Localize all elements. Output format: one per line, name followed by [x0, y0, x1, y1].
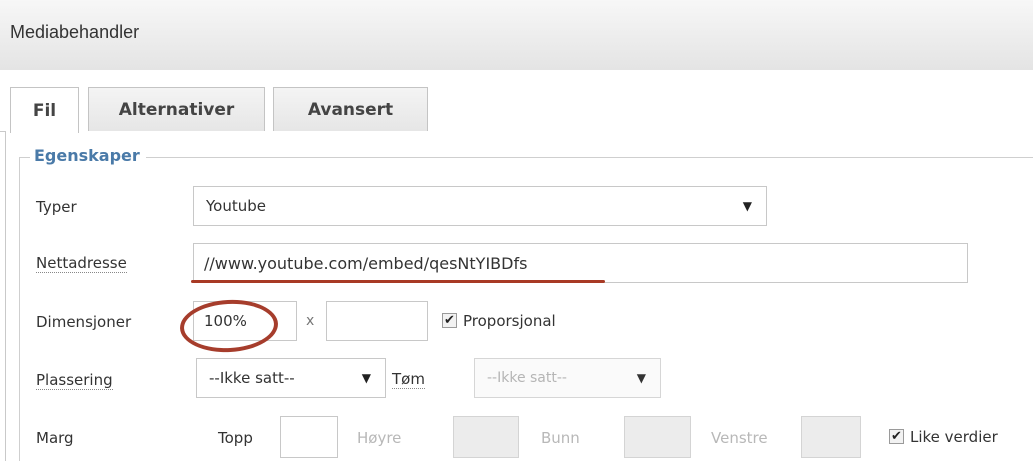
equal-values-label: Like verdier [910, 428, 998, 446]
margin-label: Marg [36, 429, 74, 447]
tab-fil[interactable]: Fil [10, 87, 79, 133]
checkmark-icon: ✔ [891, 429, 902, 444]
fieldset-legend: Egenskaper [30, 146, 146, 165]
margin-top-label: Topp [218, 429, 253, 447]
tab-panel [5, 131, 1033, 461]
dialog-title: Mediabehandler [10, 22, 140, 42]
margin-left-label: Venstre [711, 429, 768, 447]
type-select[interactable]: Youtube ▼ [193, 186, 767, 226]
margin-left-input [801, 416, 861, 458]
type-select-value: Youtube [206, 197, 266, 215]
placement-select-value: --Ikke satt-- [209, 369, 295, 387]
type-label: Typer [36, 198, 77, 216]
triangle-down-icon: ▼ [636, 371, 646, 385]
tab-alternativer[interactable]: Alternativer [88, 87, 265, 131]
dimensions-label: Dimensjoner [36, 313, 132, 331]
margin-right-input [453, 416, 519, 458]
placement-select[interactable]: --Ikke satt-- ▼ [196, 358, 386, 398]
margin-bottom-label: Bunn [541, 429, 580, 447]
url-input[interactable]: //www.youtube.com/embed/qesNtYIBDfs [193, 243, 968, 283]
triangle-down-icon: ▼ [361, 371, 371, 385]
tab-avansert[interactable]: Avansert [273, 87, 428, 131]
checkmark-icon: ✔ [444, 313, 455, 328]
dimension-separator: x [306, 313, 315, 329]
placement-label: Plassering [36, 371, 113, 390]
proportional-label: Proporsjonal [463, 312, 556, 330]
fieldset-border [19, 157, 1033, 158]
margin-right-label: Høyre [357, 429, 402, 447]
margin-top-input[interactable] [280, 416, 338, 458]
secondary-placement-select: --Ikke satt-- ▼ [474, 358, 661, 398]
fieldset-border-left [19, 157, 20, 461]
margin-bottom-input [624, 416, 691, 458]
triangle-down-icon: ▼ [742, 199, 752, 213]
height-input[interactable] [326, 301, 428, 341]
proportional-checkbox[interactable]: ✔ [442, 313, 457, 328]
url-label: Nettadresse [36, 254, 127, 273]
equal-values-checkbox[interactable]: ✔ [889, 429, 904, 444]
clear-label: Tøm [392, 370, 425, 389]
secondary-select-value: --Ikke satt-- [487, 370, 567, 386]
annotation-underline [191, 280, 605, 283]
dialog-titlebar: Mediabehandler [0, 0, 1033, 71]
